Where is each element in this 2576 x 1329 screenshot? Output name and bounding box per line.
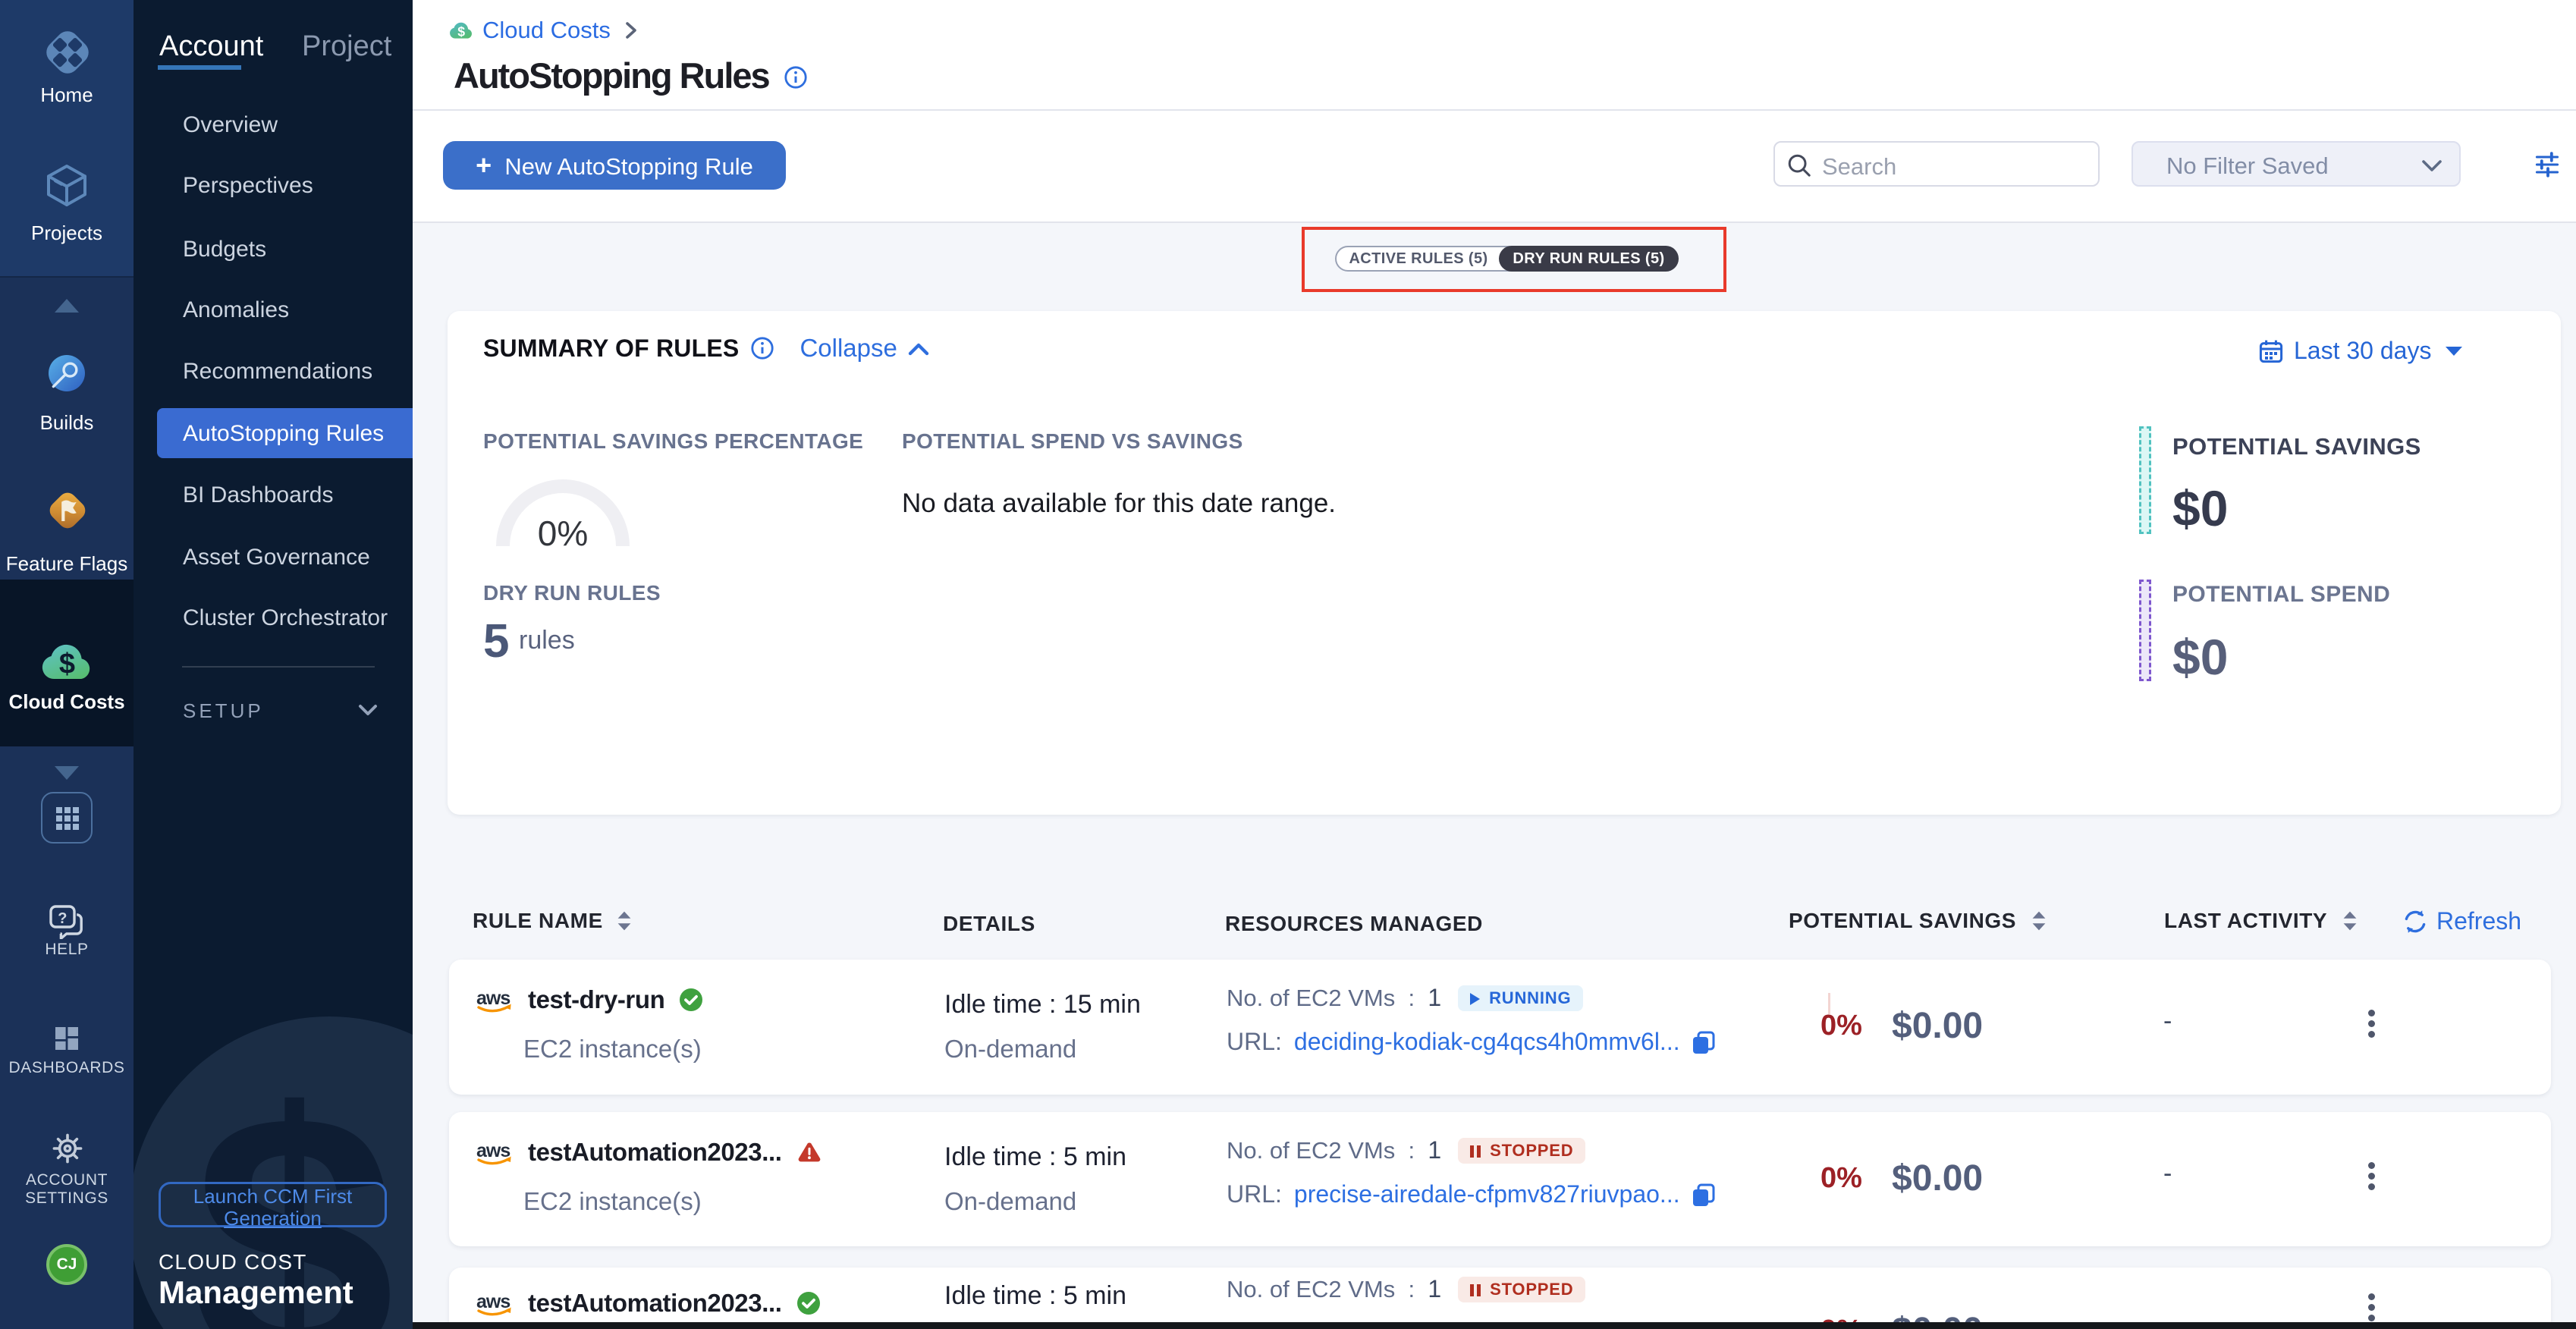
svg-text:aws: aws [476, 1292, 510, 1312]
svg-text:aws: aws [476, 1141, 510, 1161]
svg-text:$: $ [457, 24, 465, 39]
svg-text:?: ? [58, 910, 67, 927]
svg-text:$: $ [59, 649, 75, 680]
svg-text:aws: aws [476, 988, 510, 1009]
